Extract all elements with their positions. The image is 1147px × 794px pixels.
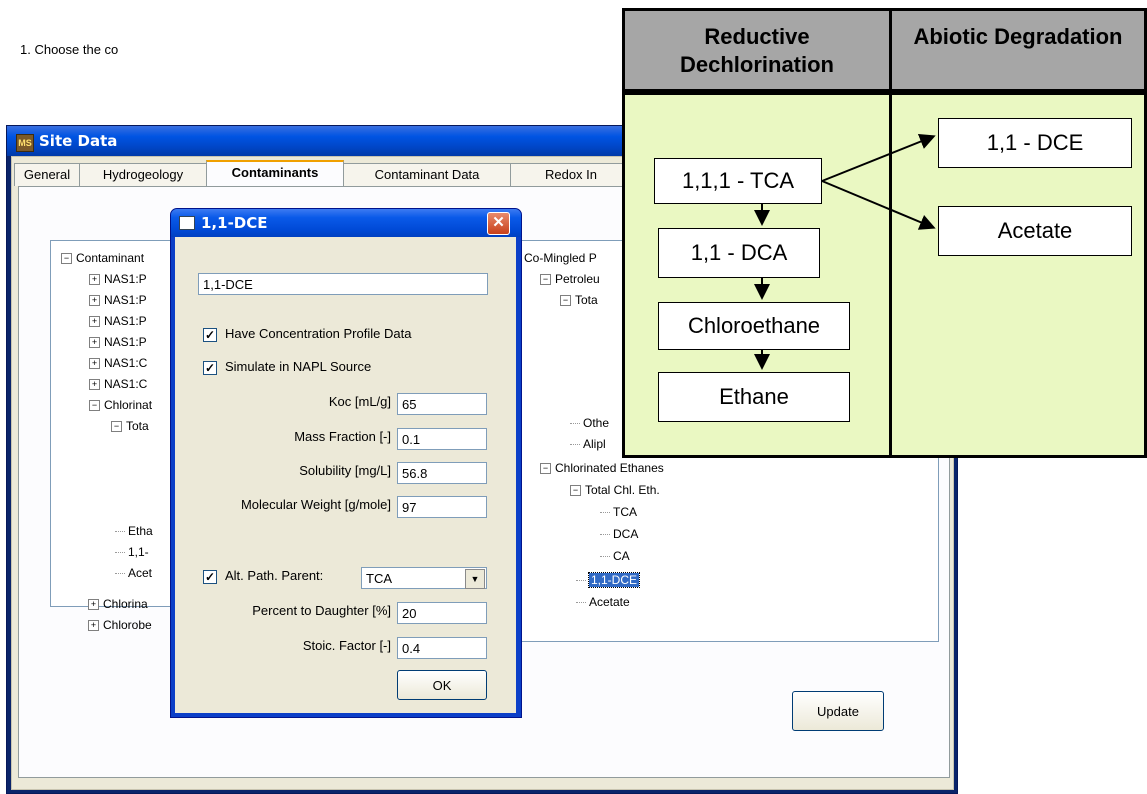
expand-icon[interactable]: +	[89, 316, 100, 328]
collapse-icon[interactable]: −	[111, 421, 122, 433]
dialog-titlebar[interactable]: 1,1-DCE ✕	[171, 209, 521, 237]
update-button[interactable]: Update	[792, 691, 884, 731]
dialog-title: 1,1-DCE	[201, 214, 268, 232]
collapse-icon[interactable]: −	[61, 253, 72, 265]
tree-node[interactable]: − Petroleu	[540, 272, 600, 286]
app-icon: MS	[16, 134, 34, 152]
instruction-text: 1. Choose the co	[20, 42, 119, 57]
tree-node[interactable]: + Chlorobe	[88, 618, 152, 632]
collapse-icon[interactable]: −	[570, 485, 581, 497]
tree-node[interactable]: + NAS1:C	[89, 356, 147, 370]
simulate-napl-checkbox[interactable]: ✓	[203, 361, 217, 375]
window-icon	[179, 216, 195, 230]
tree-node[interactable]: 1,1-	[115, 545, 149, 559]
collapse-icon[interactable]: −	[540, 463, 551, 475]
expand-icon[interactable]: +	[89, 337, 100, 349]
dropdown-arrow-icon[interactable]: ▼	[465, 569, 485, 589]
stoic-factor-label: Stoic. Factor [-]	[302, 638, 391, 653]
tree-node[interactable]: Etha	[115, 524, 153, 538]
expand-icon[interactable]: +	[88, 599, 99, 611]
tree-node[interactable]: TCA	[600, 505, 637, 519]
contaminant-name-input[interactable]: 1,1-DCE	[198, 273, 488, 295]
alt-path-selected-value: TCA	[366, 571, 392, 586]
contaminant-tree[interactable]: − Contaminant + NAS1:P + NAS1:P + NAS1:P + NA…	[50, 240, 182, 607]
tab-contaminant-data[interactable]: Contaminant Data	[343, 163, 511, 186]
ok-button[interactable]: OK	[397, 670, 487, 700]
tree-node[interactable]: Co-Mingled P	[524, 251, 597, 265]
tree-node[interactable]: Acetate	[576, 595, 630, 609]
percent-daughter-input[interactable]: 20	[397, 602, 487, 624]
alt-path-label: Alt. Path. Parent:	[225, 568, 324, 583]
dialog-client: 1,1-DCE ✓ Have Concentration Profile Dat…	[175, 237, 516, 713]
have-profile-checkbox[interactable]: ✓	[203, 328, 217, 342]
tree-node[interactable]: + NAS1:P	[89, 314, 147, 328]
molecular-weight-input[interactable]: 97	[397, 496, 487, 518]
arrow-tca-dce	[821, 134, 936, 182]
tree-node[interactable]: − Tota	[560, 293, 598, 307]
collapse-icon[interactable]: −	[89, 400, 100, 412]
solubility-label: Solubility [mg/L]	[299, 463, 391, 478]
alt-path-select[interactable]: TCA ▼	[361, 567, 487, 589]
stoic-factor-input[interactable]: 0.4	[397, 637, 487, 659]
pathway-arrows	[754, 134, 936, 370]
tab-hydrogeology[interactable]: Hydrogeology	[79, 163, 207, 186]
mass-fraction-input[interactable]: 0.1	[397, 428, 487, 450]
tree-node[interactable]: + NAS1:P	[89, 272, 147, 286]
close-icon[interactable]: ✕	[487, 212, 510, 235]
simulate-napl-label: Simulate in NAPL Source	[225, 359, 372, 374]
mass-fraction-label: Mass Fraction [-]	[294, 429, 391, 444]
tree-node[interactable]: Othe	[570, 416, 609, 430]
tree-node[interactable]: Alipl	[570, 437, 606, 451]
expand-icon[interactable]: +	[88, 620, 99, 632]
tree-node-selected[interactable]: 1,1-DCE	[576, 572, 641, 588]
have-profile-label: Have Concentration Profile Data	[225, 326, 412, 341]
expand-icon[interactable]: +	[89, 295, 100, 307]
tree-node[interactable]: + NAS1:P	[89, 335, 147, 349]
molecular-weight-label: Molecular Weight [g/mole]	[240, 497, 391, 512]
koc-label: Koc [mL/g]	[328, 394, 391, 409]
alt-path-checkbox[interactable]: ✓	[203, 570, 217, 584]
tree-node[interactable]: CA	[600, 549, 630, 563]
tree-node[interactable]: + NAS1:P	[89, 293, 147, 307]
tree-node[interactable]: − Chlorinated Ethanes	[540, 461, 664, 475]
tree-node[interactable]: − Total Chl. Eth.	[570, 483, 660, 497]
percent-daughter-label: Percent to Daughter [%]	[252, 603, 391, 618]
expand-icon[interactable]: +	[89, 379, 100, 391]
tree-node[interactable]: DCA	[600, 527, 638, 541]
tab-contaminants[interactable]: Contaminants	[206, 160, 344, 188]
expand-icon[interactable]: +	[89, 358, 100, 370]
dce-dialog: 1,1-DCE ✕ 1,1-DCE ✓ Have Concentration P…	[170, 208, 522, 718]
tree-node[interactable]: − Contaminant	[61, 251, 144, 265]
tree-node[interactable]: − Chlorinat	[89, 398, 152, 412]
collapse-icon[interactable]: −	[560, 295, 571, 307]
collapse-icon[interactable]: −	[540, 274, 551, 286]
window-title: Site Data	[39, 132, 118, 150]
tree-node[interactable]: − Tota	[111, 419, 149, 433]
expand-icon[interactable]: +	[89, 274, 100, 286]
tab-redox[interactable]: Redox In	[510, 163, 632, 186]
tree-node[interactable]: + Chlorina	[88, 597, 148, 611]
tree-node[interactable]: + NAS1:C	[89, 377, 147, 391]
arrow-tca-acetate	[821, 180, 936, 230]
tab-general[interactable]: General	[14, 163, 80, 186]
tree-node[interactable]: Acet	[115, 566, 152, 580]
solubility-input[interactable]: 56.8	[397, 462, 487, 484]
koc-input[interactable]: 65	[397, 393, 487, 415]
degradation-pathway-diagram: Reductive Dechlorination Abiotic Degrada…	[622, 8, 1147, 458]
